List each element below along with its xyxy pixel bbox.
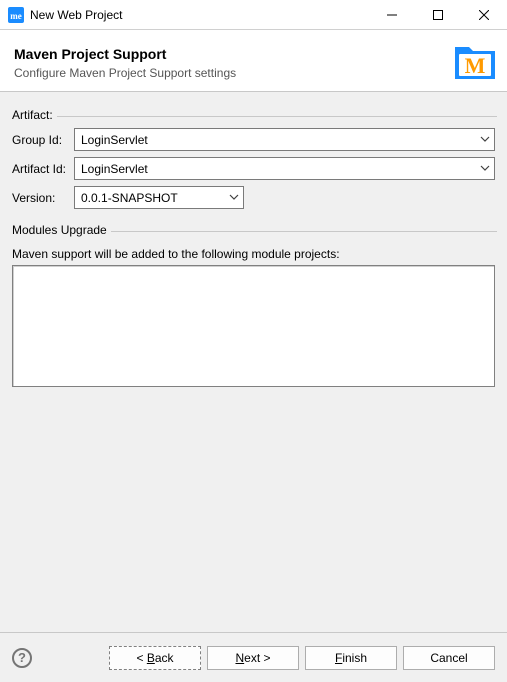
back-button-label: < Back	[136, 651, 173, 665]
wizard-footer: ? < Back Next > Finish Cancel	[0, 632, 507, 682]
window-title: New Web Project	[30, 8, 369, 22]
modules-group-label: Modules Upgrade	[10, 223, 111, 237]
artifact-group-label: Artifact:	[10, 108, 57, 122]
group-id-value: LoginServlet	[81, 133, 148, 147]
svg-text:M: M	[465, 53, 486, 78]
artifact-id-label: Artifact Id:	[12, 162, 74, 176]
window-controls	[369, 0, 507, 29]
group-id-field[interactable]: LoginServlet	[74, 128, 495, 151]
titlebar: me New Web Project	[0, 0, 507, 30]
maven-icon: M	[453, 39, 497, 83]
cancel-button[interactable]: Cancel	[403, 646, 495, 670]
page-title: Maven Project Support	[14, 42, 453, 62]
minimize-button[interactable]	[369, 0, 415, 29]
version-value: 0.0.1-SNAPSHOT	[81, 191, 178, 205]
chevron-down-icon	[480, 163, 490, 173]
help-icon: ?	[12, 648, 32, 668]
cancel-button-label: Cancel	[430, 651, 467, 665]
page-subtitle: Configure Maven Project Support settings	[14, 62, 453, 80]
finish-button[interactable]: Finish	[305, 646, 397, 670]
modules-listbox[interactable]	[12, 265, 495, 387]
artifact-group: Artifact: Group Id: LoginServlet Artifac…	[10, 108, 497, 217]
close-button[interactable]	[461, 0, 507, 29]
next-button[interactable]: Next >	[207, 646, 299, 670]
version-field[interactable]: 0.0.1-SNAPSHOT	[74, 186, 244, 209]
modules-note: Maven support will be added to the follo…	[12, 247, 495, 261]
help-button[interactable]: ?	[12, 648, 32, 668]
chevron-down-icon	[229, 192, 239, 202]
maximize-button[interactable]	[415, 0, 461, 29]
artifact-id-value: LoginServlet	[81, 162, 148, 176]
modules-group: Modules Upgrade Maven support will be ad…	[10, 223, 497, 389]
group-id-label: Group Id:	[12, 133, 74, 147]
artifact-id-field[interactable]: LoginServlet	[74, 157, 495, 180]
chevron-down-icon	[480, 134, 490, 144]
wizard-banner: Maven Project Support Configure Maven Pr…	[0, 30, 507, 92]
version-label: Version:	[12, 191, 74, 205]
app-icon: me	[8, 7, 24, 23]
finish-button-label: Finish	[335, 651, 367, 665]
next-button-label: Next >	[235, 651, 270, 665]
back-button[interactable]: < Back	[109, 646, 201, 670]
svg-text:me: me	[10, 11, 22, 21]
